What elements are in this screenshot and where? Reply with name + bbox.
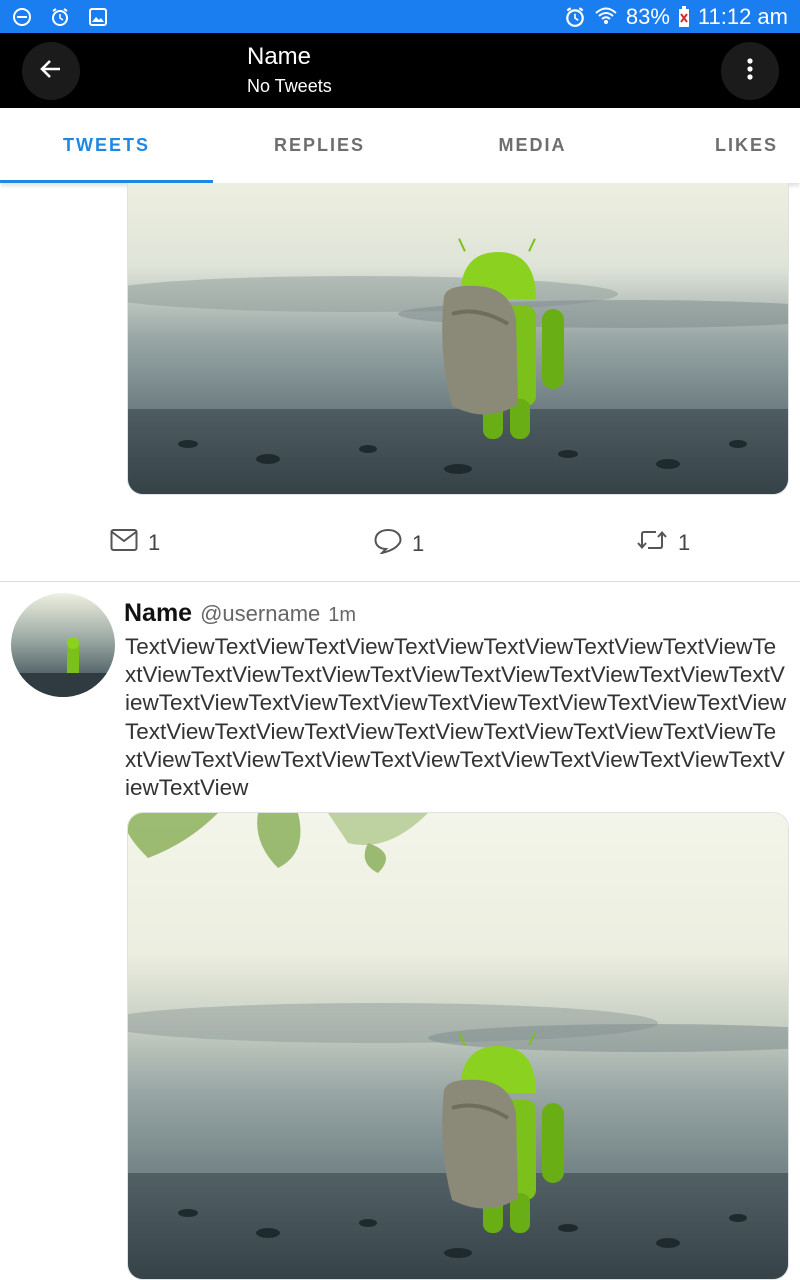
retweet-count: 1 [678, 530, 691, 555]
status-bar: 83% 11:12 am [0, 0, 800, 33]
profile-name-title: Name [247, 43, 312, 70]
back-button[interactable] [22, 42, 80, 100]
tab-media[interactable]: MEDIA [426, 108, 639, 183]
mail-icon [110, 528, 138, 558]
tweet-media-image[interactable] [127, 183, 789, 495]
profile-tabs: TWEETS REPLIES MEDIA LIKES [0, 108, 800, 183]
message-count: 1 [148, 530, 161, 555]
tweet-timestamp: 1m [328, 604, 357, 626]
reply-count: 1 [412, 531, 425, 556]
tweet-count-subtitle: No Tweets [247, 76, 332, 96]
tweet-divider [0, 581, 800, 582]
profile-title-block: Name No Tweets [247, 43, 332, 99]
tweet-media-image[interactable] [127, 812, 789, 1280]
arrow-left-icon [38, 56, 64, 87]
tweet-username[interactable]: @username [200, 601, 320, 627]
reply-bubble-icon [374, 528, 402, 560]
alarm-icon [564, 6, 586, 28]
tweet-feed[interactable]: 1 1 1 Name @username 1m TextViewTextView… [0, 183, 800, 1280]
wifi-icon [594, 5, 618, 29]
more-options-button[interactable] [721, 42, 779, 100]
retweet-icon [636, 528, 668, 558]
reply-action[interactable]: 1 [374, 528, 424, 560]
retweet-action[interactable]: 1 [636, 528, 690, 558]
tweet-actions: 1 1 1 [0, 514, 800, 574]
tab-replies[interactable]: REPLIES [213, 108, 426, 183]
tab-tweets[interactable]: TWEETS [0, 108, 213, 183]
tweet-header: Name @username 1m [124, 599, 356, 628]
avatar[interactable] [11, 593, 115, 697]
tweet-author-name[interactable]: Name [124, 599, 192, 628]
message-action[interactable]: 1 [110, 528, 160, 558]
tab-likes[interactable]: LIKES [639, 108, 800, 183]
alarm-icon [50, 7, 70, 27]
battery-percentage: 83% [625, 4, 670, 29]
image-notification-icon [88, 7, 108, 27]
app-bar: Name No Tweets [0, 33, 800, 108]
tweet-text: TextViewTextViewTextViewTextViewTextView… [125, 634, 787, 801]
battery-icon [678, 6, 690, 28]
do-not-disturb-icon [12, 7, 32, 27]
clock: 11:12 am [697, 4, 788, 29]
more-vertical-icon [746, 57, 754, 86]
